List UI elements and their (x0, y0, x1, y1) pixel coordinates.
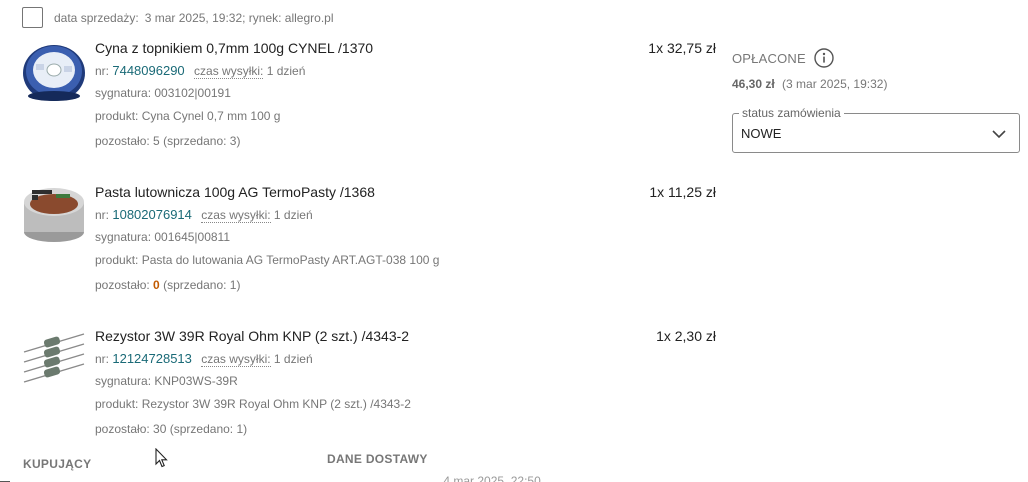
amount-value: 46,30 zł (732, 77, 775, 91)
sold-count: (sprzedano: 3) (163, 134, 241, 148)
payment-status: OPŁACONE (732, 48, 834, 68)
product-thumbnail-resistor[interactable] (22, 328, 86, 392)
sold-count: (sprzedano: 1) (163, 278, 241, 292)
nr-label: nr: (95, 208, 110, 222)
clipped-text: ... ... ... ... 4 mar 2025, 22:50 (390, 474, 541, 482)
item-title[interactable]: Cyna z topnikiem 0,7mm 100g CYNEL /1370 (95, 40, 373, 56)
sale-date-label: data sprzedaży: (54, 11, 139, 25)
order-header (22, 6, 43, 28)
amount-date: (3 mar 2025, 19:32) (782, 77, 888, 91)
shipping-time-label[interactable]: czas wysyłki: (201, 352, 271, 367)
item-id-row: nr: 10802076914 czas wysyłki: 1 dzień (95, 207, 313, 223)
item-qty-price: 1x 32,75 zł (648, 40, 716, 56)
item-qty-price: 1x 11,25 zł (649, 184, 716, 200)
item-product: produkt: Pasta do lutowania AG TermoPast… (95, 253, 440, 267)
info-icon[interactable] (814, 48, 834, 68)
offer-id-link[interactable]: 7448096290 (112, 63, 184, 78)
remaining-value-zero: 0 (153, 278, 160, 292)
order-details-page: data sprzedaży: 3 mar 2025, 19:32; rynek:… (0, 0, 1028, 482)
order-status-value: NOWE (741, 126, 782, 141)
order-status-legend: status zamówienia (739, 106, 844, 120)
item-product: produkt: Cyna Cynel 0,7 mm 100 g (95, 109, 281, 123)
mouse-cursor-icon (155, 448, 168, 468)
remaining-label: pozostało: (95, 278, 150, 292)
item-id-row: nr: 12124728513 czas wysyłki: 1 dzień (95, 351, 313, 367)
shipping-time-value: 1 dzień (273, 208, 313, 222)
sold-count: (sprzedano: 1) (169, 422, 248, 436)
product-thumbnail-paste[interactable] (22, 184, 86, 248)
item-title[interactable]: Rezystor 3W 39R Royal Ohm KNP (2 szt.) /… (95, 328, 409, 344)
chevron-down-icon (992, 130, 1006, 139)
item-signature: sygnatura: 001645|00811 (95, 230, 231, 244)
order-item: Cyna z topnikiem 0,7mm 100g CYNEL /1370 … (22, 40, 722, 170)
buyer-section-title: KUPUJĄCY (23, 457, 92, 471)
remaining-value: 30 (153, 422, 167, 436)
order-status-select[interactable]: status zamówienia NOWE (732, 106, 1020, 153)
remaining-value: 5 (153, 134, 160, 148)
sale-date-value: 3 mar 2025, 19:32; rynek: allegro.pl (144, 11, 334, 25)
sale-info: data sprzedaży: 3 mar 2025, 19:32; rynek:… (54, 11, 334, 25)
item-id-row: nr: 7448096290 czas wysyłki: 1 dzień (95, 63, 306, 79)
item-signature: sygnatura: KNP03WS-39R (95, 374, 238, 388)
shipping-time-label[interactable]: czas wysyłki: (194, 64, 264, 79)
shipping-time-label[interactable]: czas wysyłki: (201, 208, 271, 223)
remaining-label: pozostało: (95, 422, 150, 436)
item-signature: sygnatura: 003102|00191 (95, 86, 231, 100)
payment-amount: 46,30 zł (3 mar 2025, 19:32) (732, 77, 887, 91)
remaining-label: pozostało: (95, 134, 150, 148)
order-item: Rezystor 3W 39R Royal Ohm KNP (2 szt.) /… (22, 328, 722, 458)
product-thumbnail-solder[interactable] (22, 40, 86, 104)
item-stock: pozostało: 5 (sprzedano: 3) (95, 134, 240, 148)
order-item: Pasta lutownicza 100g AG TermoPasty /136… (22, 184, 722, 314)
item-product: produkt: Rezystor 3W 39R Royal Ohm KNP (… (95, 397, 411, 411)
delivery-section-title: DANE DOSTAWY (327, 452, 428, 466)
shipping-time-value: 1 dzień (273, 352, 313, 366)
nr-label: nr: (95, 352, 110, 366)
item-title[interactable]: Pasta lutownicza 100g AG TermoPasty /136… (95, 184, 375, 200)
paid-label: OPŁACONE (732, 50, 806, 66)
nr-label: nr: (95, 64, 110, 78)
item-stock: pozostało: 0 (sprzedano: 1) (95, 278, 240, 292)
item-qty-price: 1x 2,30 zł (656, 328, 716, 344)
offer-id-link[interactable]: 10802076914 (112, 207, 192, 222)
item-stock: pozostało: 30 (sprzedano: 1) (95, 422, 247, 436)
select-order-checkbox[interactable] (22, 6, 43, 28)
shipping-time-value: 1 dzień (266, 64, 306, 78)
offer-id-link[interactable]: 12124728513 (112, 351, 192, 366)
